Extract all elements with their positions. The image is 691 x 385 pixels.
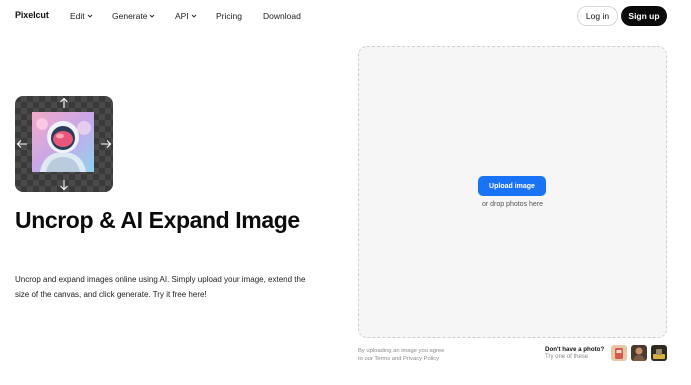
nav-pricing-label: Pricing: [216, 11, 242, 21]
chevron-down-icon: [87, 14, 92, 18]
no-photo-subtitle: Try one of these: [545, 354, 589, 360]
no-photo-title: Don't have a photo?: [545, 346, 605, 353]
nav-api-label: API: [175, 11, 189, 21]
arrow-right-icon: [101, 140, 112, 148]
page-title: Uncrop & AI Expand Image: [15, 207, 300, 233]
terms-line-1: By uploading an image you agree: [358, 348, 445, 354]
terms-notice: By uploading an image you agree to our T…: [358, 347, 478, 363]
pixelcut-logo[interactable]: Pixelcut: [15, 10, 49, 20]
signup-button[interactable]: Sign up: [621, 6, 667, 26]
chevron-down-icon: [191, 14, 197, 18]
sample-photo-image: [611, 345, 627, 361]
sample-photo-2[interactable]: [631, 345, 647, 361]
nav-download-label: Download: [263, 11, 301, 21]
arrow-up-icon: [60, 97, 68, 108]
nav-download[interactable]: Download: [263, 11, 301, 21]
uncrop-example-thumbnail: [15, 96, 113, 192]
astronaut-image: [32, 112, 94, 172]
arrow-left-icon: [16, 140, 27, 148]
arrow-down-icon: [60, 180, 68, 191]
nav-generate-label: Generate: [112, 11, 148, 21]
sample-photo-image: [651, 345, 667, 361]
nav-edit[interactable]: Edit: [70, 11, 93, 21]
sample-photos-prompt: Don't have a photo? Try one of these: [545, 346, 615, 360]
nav-pricing[interactable]: Pricing: [216, 11, 242, 21]
login-button[interactable]: Log in: [577, 6, 618, 26]
upload-image-button[interactable]: Upload image: [478, 176, 546, 196]
chevron-down-icon: [150, 14, 155, 18]
nav-generate[interactable]: Generate: [112, 11, 155, 21]
page-description: Uncrop and expand images online using AI…: [15, 275, 306, 299]
sample-photo-1[interactable]: [611, 345, 627, 361]
sample-photo-image: [631, 345, 647, 361]
nav-edit-label: Edit: [70, 11, 85, 21]
top-navigation: Pixelcut Edit Generate API Pricing Downl…: [0, 0, 691, 32]
sample-photo-3[interactable]: [651, 345, 667, 361]
nav-api[interactable]: API: [175, 11, 197, 21]
drop-photos-hint: or drop photos here: [481, 201, 544, 208]
terms-line-2[interactable]: to our Terms and Privacy Policy: [358, 355, 478, 363]
